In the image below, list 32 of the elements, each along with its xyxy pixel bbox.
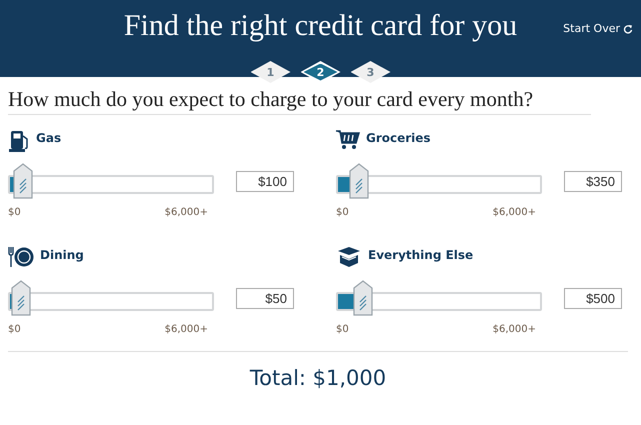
range-min-label: $0	[8, 324, 21, 335]
page-title: Find the right credit card for you	[124, 8, 518, 44]
refresh-icon	[623, 24, 633, 34]
range-min-label: $0	[336, 324, 349, 335]
amount-field[interactable]: $350	[564, 171, 622, 192]
range-min-label: $0	[8, 207, 21, 218]
question-heading: How much do you expect to charge to your card every month?	[8, 87, 591, 115]
category-label: Gas	[36, 131, 62, 145]
start-over-link[interactable]: Start Over	[563, 22, 633, 35]
range-max-label: $6,000+	[164, 207, 208, 218]
amount-field[interactable]: $100	[236, 171, 294, 192]
slider-thumb[interactable]	[353, 280, 374, 316]
plate-fork-icon	[8, 246, 34, 268]
category-label: Everything Else	[368, 248, 474, 262]
amount-field[interactable]: $50	[236, 288, 294, 309]
slider-track[interactable]	[336, 163, 542, 199]
category-label: Groceries	[366, 131, 431, 145]
range-min-label: $0	[336, 207, 349, 218]
slider-thumb[interactable]	[348, 163, 369, 199]
total-amount: Total: $1,000	[8, 351, 628, 390]
slider-track[interactable]	[8, 163, 214, 199]
gas-pump-icon	[8, 129, 30, 153]
category-label: Dining	[40, 248, 84, 262]
range-max-label: $6,000+	[492, 207, 536, 218]
slider-thumb[interactable]	[11, 280, 32, 316]
shopping-cart-icon	[336, 129, 360, 151]
amount-field[interactable]: $500	[564, 288, 622, 309]
slider-track[interactable]	[8, 280, 214, 316]
slider-track[interactable]	[336, 280, 542, 316]
slider-thumb[interactable]	[13, 163, 34, 199]
range-max-label: $6,000+	[492, 324, 536, 335]
range-max-label: $6,000+	[164, 324, 208, 335]
